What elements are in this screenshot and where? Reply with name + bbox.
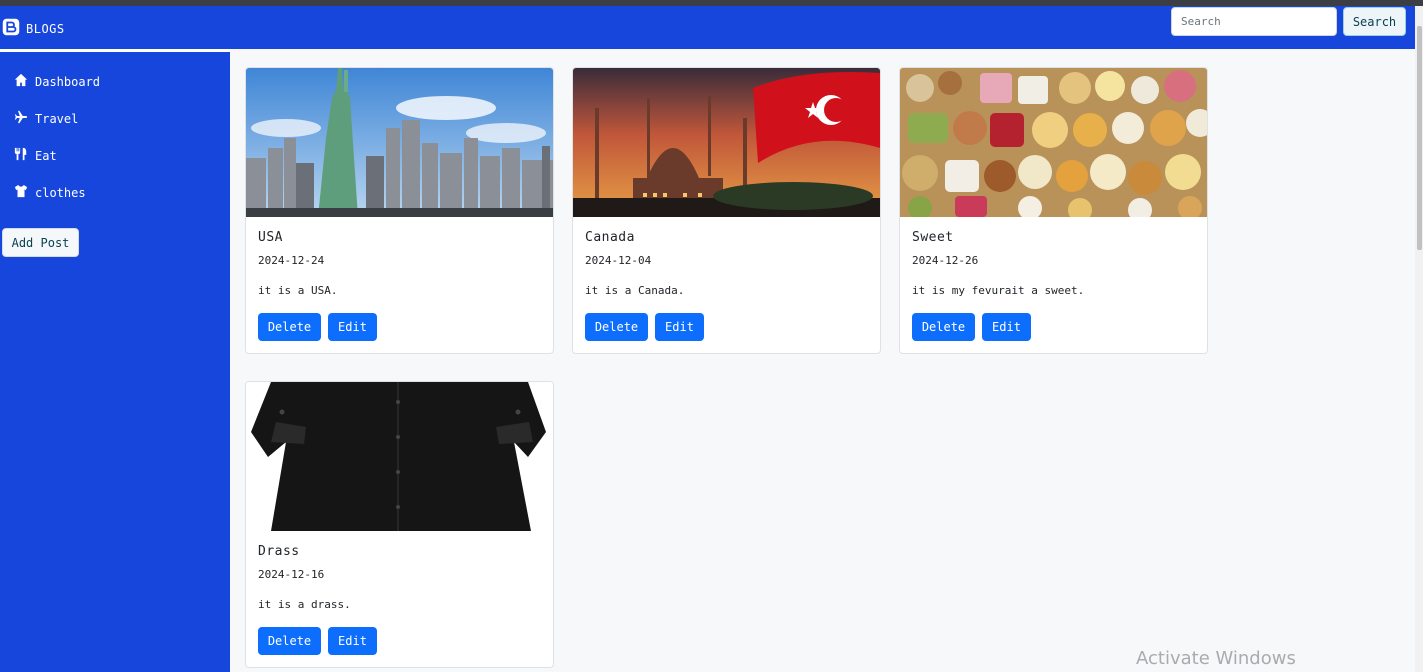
post-card: Canada 2024-12-04 it is a Canada. Delete…: [572, 67, 881, 354]
delete-button[interactable]: Delete: [258, 313, 321, 341]
post-card: USA 2024-12-24 it is a USA. Delete Edit: [245, 67, 554, 354]
sidebar: Dashboard Travel Eat clothes Add Post: [0, 52, 230, 672]
post-title: Drass: [258, 544, 300, 559]
utensils-icon: [14, 147, 28, 164]
post-date: 2024-12-24: [258, 254, 325, 267]
post-image-drass: [246, 382, 553, 531]
post-description: it is a Canada.: [585, 284, 685, 297]
sidebar-item-clothes[interactable]: clothes: [14, 184, 86, 201]
sidebar-item-label: Dashboard: [35, 74, 101, 89]
sidebar-item-dashboard[interactable]: Dashboard: [14, 73, 100, 90]
edit-button[interactable]: Edit: [982, 313, 1031, 341]
brand-label: BLOGS: [26, 22, 65, 36]
shirt-icon: [14, 184, 28, 201]
post-date: 2024-12-04: [585, 254, 652, 267]
plane-icon: [14, 110, 28, 127]
scrollbar-thumb[interactable]: [1417, 26, 1422, 250]
edit-button[interactable]: Edit: [655, 313, 704, 341]
blogger-icon: [2, 18, 20, 40]
post-title: Sweet: [912, 230, 954, 245]
search-input[interactable]: [1171, 7, 1337, 36]
post-card: Drass 2024-12-16 it is a drass. Delete E…: [245, 381, 554, 668]
sidebar-item-label: Eat: [35, 148, 57, 163]
search-button[interactable]: Search: [1343, 7, 1406, 36]
add-post-button[interactable]: Add Post: [2, 228, 79, 257]
brand[interactable]: BLOGS: [2, 18, 65, 40]
edit-button[interactable]: Edit: [328, 313, 377, 341]
home-icon: [14, 73, 28, 90]
post-image-usa: [246, 68, 553, 217]
post-image-canada: [573, 68, 880, 217]
post-description: it is my fevurait a sweet.: [912, 284, 1085, 297]
sidebar-item-travel[interactable]: Travel: [14, 110, 78, 127]
post-title: Canada: [585, 230, 635, 245]
sidebar-item-label: clothes: [35, 185, 86, 200]
post-image-sweet: [900, 68, 1207, 217]
post-description: it is a USA.: [258, 284, 338, 297]
sidebar-item-eat[interactable]: Eat: [14, 147, 57, 164]
delete-button[interactable]: Delete: [585, 313, 648, 341]
post-date: 2024-12-16: [258, 568, 325, 581]
post-date: 2024-12-26: [912, 254, 979, 267]
sidebar-item-label: Travel: [35, 111, 79, 126]
post-description: it is a drass.: [258, 598, 351, 611]
post-title: USA: [258, 230, 283, 245]
delete-button[interactable]: Delete: [912, 313, 975, 341]
edit-button[interactable]: Edit: [328, 627, 377, 655]
post-card: Sweet 2024-12-26 it is my fevurait a swe…: [899, 67, 1208, 354]
activate-windows-watermark: Activate Windows: [1136, 648, 1296, 669]
delete-button[interactable]: Delete: [258, 627, 321, 655]
